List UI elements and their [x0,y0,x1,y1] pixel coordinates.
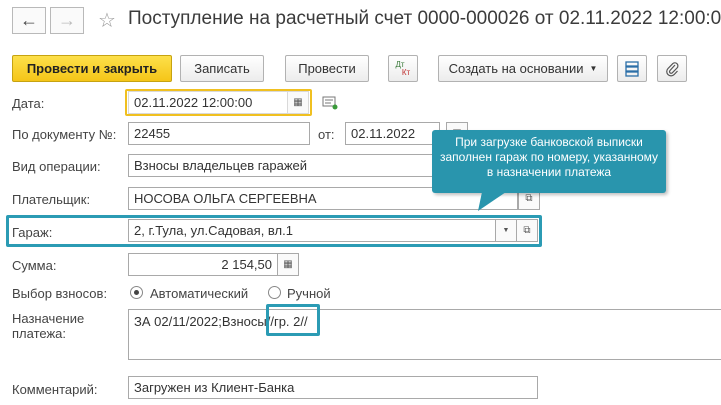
garage-input[interactable]: 2, г.Тула, ул.Садовая, вл.1 [128,219,496,242]
dt-kt-icon-bottom: Кт [401,67,411,77]
forward-button[interactable]: → [50,7,84,34]
purpose-marker-highlight [266,304,320,336]
page-title: Поступление на расчетный счет 0000-00002… [128,8,721,29]
purpose-textarea[interactable]: ЗА 02/11/2022;Взносы//гр. 2// [128,309,721,360]
fee-choice-label: Выбор взносов: [12,286,108,301]
purpose-label-line1: Назначение [12,311,85,326]
payer-label: Плательщик: [12,192,91,207]
date-calendar-button[interactable]: ▦ [287,91,309,114]
from-date-input[interactable]: 02.11.2022 [345,122,440,145]
operation-select[interactable]: Взносы владельцев гаражей [128,154,468,177]
back-button[interactable]: ← [12,7,46,34]
garage-label: Гараж: [12,225,53,240]
doc-number-label: По документу №: [12,127,117,142]
chevron-down-icon: ▼ [502,227,510,234]
favorite-star-icon[interactable]: ☆ [98,8,116,33]
arrow-left-icon: ← [20,10,38,30]
create-based-on-button[interactable]: Создать на основании ▼ [438,55,608,82]
open-icon: ⧉ [525,193,533,204]
chevron-down-icon: ▼ [589,64,598,73]
fee-auto-radio[interactable] [130,286,143,299]
save-button[interactable]: Записать [180,55,264,82]
arrow-right-icon: → [58,10,76,30]
hierarchy-icon [625,60,639,77]
amount-label: Сумма: [12,258,57,273]
post-button[interactable]: Провести [285,55,369,82]
post-and-close-button[interactable]: Провести и закрыть [12,55,172,82]
operation-label: Вид операции: [12,159,101,174]
paperclip-icon [666,61,679,76]
amount-input[interactable]: 2 154,50 [128,253,278,276]
tooltip-pointer [478,192,506,211]
calculator-button[interactable]: ▦ [277,253,299,276]
comment-label: Комментарий: [12,382,98,397]
fee-manual-label[interactable]: Ручной [287,286,331,301]
calendar-icon: ▦ [293,97,303,108]
date-input[interactable]: 02.11.2022 12:00:00 [128,91,288,114]
date-label: Дата: [12,96,45,111]
purpose-text: ЗА 02/11/2022;Взносы [134,314,267,329]
garage-open-button[interactable]: ⧉ [516,219,538,242]
note-icon[interactable] [322,94,338,110]
dt-kt-button[interactable]: Дт Кт [388,55,418,82]
purpose-label-line2: платежа: [12,326,66,341]
structure-button[interactable] [617,55,647,82]
doc-number-input[interactable]: 22455 [128,122,310,145]
fee-manual-radio[interactable] [268,286,281,299]
create-based-on-label: Создать на основании [448,61,584,76]
calculator-icon: ▦ [283,259,293,270]
fee-auto-label[interactable]: Автоматический [150,286,248,301]
comment-input[interactable]: Загружен из Клиент-Банка [128,376,538,399]
from-date-label: от: [318,127,335,142]
info-tooltip: При загрузке банковской выписки заполнен… [432,130,666,193]
garage-dropdown-button[interactable]: ▼ [495,219,517,242]
open-icon: ⧉ [523,225,531,236]
attach-button[interactable] [657,55,687,82]
